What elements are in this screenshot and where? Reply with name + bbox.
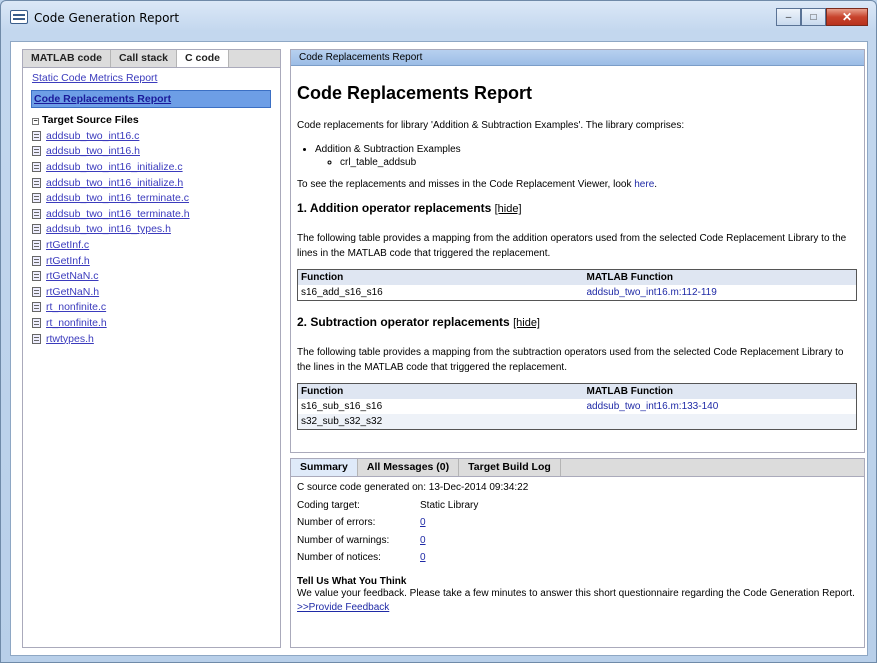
tab-all-messages[interactable]: All Messages (0) <box>358 459 460 476</box>
addition-heading: 1. Addition operator replacements [hide] <box>297 201 522 215</box>
file-icon <box>32 161 41 172</box>
file-item[interactable]: addsub_two_int16_terminate.c <box>32 190 271 206</box>
page-title: Code Replacements Report <box>297 83 533 103</box>
maximize-button[interactable]: □ <box>801 8 826 26</box>
column-header: MATLAB Function <box>583 383 857 399</box>
table-row: s16_add_s16_s16 addsub_two_int16.m:112-11… <box>298 285 857 301</box>
tab-summary[interactable]: Summary <box>291 459 358 476</box>
file-list: addsub_two_int16.c addsub_two_int16.h ad… <box>32 128 271 346</box>
navigation-pane: MATLAB code Call stack C code Static Cod… <box>22 49 281 648</box>
file-icon <box>32 255 41 266</box>
code-replacements-link[interactable]: Code Replacements Report <box>31 90 271 108</box>
file-icon <box>32 146 41 157</box>
column-header: Function <box>297 269 584 285</box>
file-icon <box>32 302 41 313</box>
file-item[interactable]: addsub_two_int16.c <box>32 128 271 144</box>
file-item[interactable]: addsub_two_int16_initialize.h <box>32 175 271 191</box>
library-list: Addition & Subtraction Examples crl_tabl… <box>315 143 858 169</box>
warnings-row: Number of warnings: 0 <box>297 534 426 546</box>
here-link[interactable]: here <box>634 179 654 190</box>
subtraction-heading: 2. Subtraction operator replacements [hi… <box>297 315 540 329</box>
hide-link[interactable]: [hide] <box>513 317 540 329</box>
collapse-icon[interactable]: − <box>32 118 39 125</box>
file-icon <box>32 317 41 328</box>
file-item[interactable]: addsub_two_int16_types.h <box>32 222 271 238</box>
function-cell: s16_sub_s16_s16 <box>301 401 383 412</box>
static-code-metrics-link[interactable]: Static Code Metrics Report <box>32 70 271 86</box>
feedback-text: We value your feedback. Please take a fe… <box>297 587 855 599</box>
file-icon <box>32 130 41 141</box>
target-source-files-heading[interactable]: − Target Source Files <box>32 114 271 128</box>
function-cell: s16_add_s16_s16 <box>301 287 383 298</box>
file-item[interactable]: rtGetNaN.h <box>32 284 271 300</box>
notices-row: Number of notices: 0 <box>297 552 426 564</box>
notices-link[interactable]: 0 <box>420 552 426 563</box>
title-bar[interactable]: Code Generation Report – □ ✕ <box>1 1 876 37</box>
file-icon <box>32 208 41 219</box>
minimize-button[interactable]: – <box>776 8 801 26</box>
subtraction-description: The following table provides a mapping f… <box>297 347 844 373</box>
column-header: MATLAB Function <box>583 269 857 285</box>
column-header: Function <box>297 383 584 399</box>
file-icon <box>32 271 41 282</box>
matlab-function-link[interactable]: addsub_two_int16.m:133-140 <box>587 401 719 412</box>
table-row: s16_sub_s16_s16 addsub_two_int16.m:133-14… <box>298 399 857 414</box>
tab-target-build-log[interactable]: Target Build Log <box>459 459 561 476</box>
addition-table: Function MATLAB Function s16_add_s16_s16 a… <box>297 269 857 301</box>
subtraction-table: Function MATLAB Function s16_sub_s16_s16 a… <box>297 383 857 430</box>
intro-text: Code replacements for library 'Addition … <box>297 120 685 131</box>
tab-call-stack[interactable]: Call stack <box>111 50 177 67</box>
report-pane: Code Replacements Report Code Replacemen… <box>290 49 865 453</box>
list-item: Addition & Subtraction Examples crl_tabl… <box>315 143 858 169</box>
window-title: Code Generation Report <box>34 11 180 25</box>
target-value: Static Library <box>420 499 479 511</box>
tab-c-code[interactable]: C code <box>177 50 230 67</box>
file-item[interactable]: rt_nonfinite.c <box>32 300 271 316</box>
file-icon <box>32 286 41 297</box>
hide-link[interactable]: [hide] <box>495 203 522 215</box>
feedback-title: Tell Us What You Think <box>297 575 407 587</box>
file-icon <box>32 224 41 235</box>
app-icon <box>10 10 28 24</box>
generated-value: 13-Dec-2014 09:34:22 <box>428 482 529 494</box>
matlab-function-cell <box>583 414 857 430</box>
provide-feedback-link[interactable]: >>Provide Feedback <box>297 602 389 613</box>
file-icon <box>32 239 41 250</box>
warnings-link[interactable]: 0 <box>420 535 426 546</box>
addition-description: The following table provides a mapping f… <box>297 233 847 259</box>
matlab-function-link[interactable]: addsub_two_int16.m:112-119 <box>587 287 717 298</box>
file-item[interactable]: rt_nonfinite.h <box>32 315 271 331</box>
feedback-section: Tell Us What You Think We value your fee… <box>297 576 858 615</box>
file-icon <box>32 193 41 204</box>
file-icon <box>32 177 41 188</box>
file-icon <box>32 333 41 344</box>
errors-row: Number of errors: 0 <box>297 517 426 529</box>
file-item[interactable]: rtGetNaN.c <box>32 268 271 284</box>
report-pane-header: Code Replacements Report <box>291 50 864 66</box>
target-row: Coding target: Static Library <box>297 499 479 511</box>
file-item[interactable]: addsub_two_int16.h <box>32 144 271 160</box>
file-item[interactable]: addsub_two_int16_initialize.c <box>32 159 271 175</box>
generated-row: C source code generated on: 13-Dec-2014 … <box>297 482 529 494</box>
function-cell: s32_sub_s32_s32 <box>297 414 584 430</box>
errors-link[interactable]: 0 <box>420 517 426 528</box>
file-item[interactable]: rtGetInf.h <box>32 253 271 269</box>
summary-pane: Summary All Messages (0) Target Build Lo… <box>290 458 865 648</box>
table-row: s32_sub_s32_s32 <box>297 414 857 430</box>
file-item[interactable]: addsub_two_int16_terminate.h <box>32 206 271 222</box>
list-item: crl_table_addsub <box>340 156 858 169</box>
viewer-text: To see the replacements and misses in th… <box>297 179 658 190</box>
file-item[interactable]: rtwtypes.h <box>32 331 271 347</box>
file-item[interactable]: rtGetInf.c <box>32 237 271 253</box>
tab-matlab-code[interactable]: MATLAB code <box>23 50 111 67</box>
close-button[interactable]: ✕ <box>826 8 868 26</box>
